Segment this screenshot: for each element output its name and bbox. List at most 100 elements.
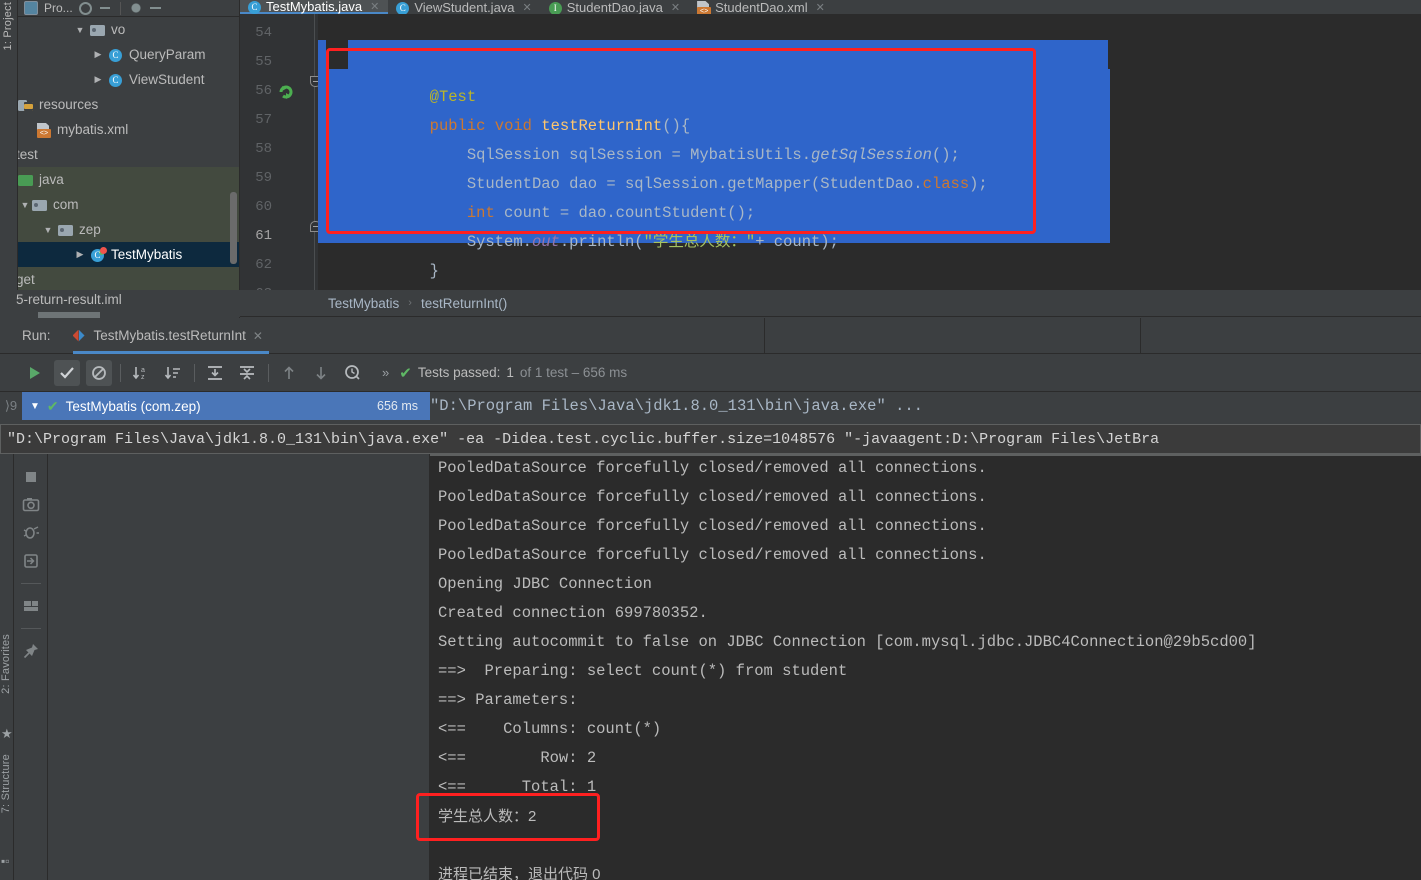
line-number: 55 — [255, 54, 272, 70]
folder-icon — [58, 222, 74, 238]
close-icon[interactable]: ✕ — [253, 329, 263, 343]
chevron-right-icon[interactable]: ▶ — [88, 49, 108, 60]
camera-icon[interactable] — [22, 496, 40, 514]
iml-file-label: 5-return-result.iml — [16, 292, 122, 307]
tree-item-com[interactable]: ▼ com — [18, 192, 239, 217]
tree-item-viewstudent[interactable]: ▶ ViewStudent — [18, 67, 239, 92]
editor-gutter[interactable]: 54 55 56 57 58 59 60 61 62 63 — [240, 14, 318, 290]
close-icon[interactable]: ✕ — [671, 1, 680, 14]
console-line-exit: 进程已结束，退出代码 0 — [438, 866, 601, 880]
gear-icon[interactable] — [128, 1, 143, 15]
close-icon[interactable]: ✕ — [816, 1, 825, 14]
chevron-down-icon[interactable]: ▼ — [30, 401, 40, 412]
structure-icon[interactable]: ▪▫ — [1, 854, 10, 868]
line-number: 60 — [255, 199, 272, 215]
sort-alphabetically-button[interactable]: az — [128, 360, 154, 386]
chevron-down-icon[interactable]: ▼ — [70, 25, 90, 35]
tree-item-mybatis-xml[interactable]: mybatis.xml — [18, 117, 239, 142]
chevron-down-icon[interactable]: ▼ — [38, 225, 58, 235]
editor-code[interactable]: @Test public void testReturnInt(){ SqlSe… — [318, 14, 1421, 290]
xml-file-icon — [696, 0, 712, 16]
chevron-down-icon[interactable]: ▼ — [18, 200, 32, 210]
star-icon[interactable]: ★ — [1, 726, 13, 742]
tree-item-label: test — [18, 147, 38, 162]
show-passed-toggle[interactable] — [54, 359, 80, 386]
expand-all-button[interactable] — [202, 360, 228, 386]
tree-item-resources[interactable]: resources — [18, 92, 239, 117]
breadcrumb-method[interactable]: testReturnInt() — [421, 296, 507, 311]
tree-item-label: get — [18, 272, 35, 287]
breadcrumb[interactable]: TestMybatis › testReturnInt() — [240, 290, 1421, 317]
overflow-chevron-icon[interactable]: » — [382, 365, 389, 380]
layout-icon[interactable] — [22, 597, 40, 615]
close-icon[interactable]: ✕ — [370, 0, 379, 13]
collapse-all-button[interactable] — [234, 360, 260, 386]
svg-text:a: a — [141, 367, 145, 374]
line-number-current: 61 — [255, 228, 272, 244]
tree-item-vo[interactable]: ▼ vo — [18, 17, 239, 42]
tree-item-test[interactable]: test — [18, 142, 239, 167]
console-line: <== Total: 1 — [438, 778, 597, 796]
project-view-icon[interactable] — [24, 1, 38, 15]
tab-label: StudentDao.xml — [715, 0, 808, 15]
hide-icon[interactable] — [148, 1, 163, 15]
tree-item-queryparam[interactable]: ▶ QueryParam — [18, 42, 239, 67]
run-test-gutter-icon[interactable] — [278, 84, 294, 100]
line-number: 62 — [255, 257, 272, 273]
tree-item-get[interactable]: get — [18, 267, 239, 292]
chevron-right-icon[interactable]: ▶ — [88, 74, 108, 85]
editor-tab-studentdao-xml[interactable]: StudentDao.xml ✕ — [689, 0, 834, 16]
next-failed-test-button[interactable] — [308, 360, 334, 386]
test-history-button[interactable] — [340, 360, 366, 386]
run-configuration-tab[interactable]: TestMybatis.testReturnInt ✕ — [72, 318, 270, 354]
check-icon: ✔ — [399, 364, 412, 382]
project-iml-row[interactable]: 5-return-result.iml — [0, 290, 240, 317]
console-line: <== Columns: count(*) — [438, 720, 662, 738]
tree-item-label: QueryParam — [129, 47, 206, 62]
tree-item-zep[interactable]: ▼ zep — [18, 217, 239, 242]
chevron-right-icon[interactable]: ▶ — [70, 249, 90, 260]
rerun-button[interactable] — [22, 360, 48, 386]
editor-tab-studentdao-java[interactable]: StudentDao.java ✕ — [541, 0, 689, 15]
show-ignored-toggle[interactable] — [86, 359, 112, 386]
export-icon[interactable] — [22, 552, 40, 570]
collapse-all-icon[interactable] — [97, 1, 112, 15]
previous-failed-test-button[interactable] — [276, 360, 302, 386]
source-folder-icon — [18, 172, 34, 188]
locate-icon[interactable] — [78, 1, 92, 15]
debug-icon[interactable] — [22, 524, 40, 542]
console-output[interactable]: PooledDataSource forcefully closed/remov… — [430, 454, 1421, 880]
java-class-icon — [108, 72, 124, 88]
stop-icon[interactable] — [22, 468, 40, 486]
breadcrumb-separator: › — [408, 297, 412, 309]
console-first-line: "D:\Program Files\Java\jdk1.8.0_131\bin\… — [430, 397, 923, 415]
tree-item-label: com — [53, 197, 79, 212]
pin-icon[interactable] — [22, 642, 40, 660]
tool-window-button-favorites[interactable]: 2: Favorites — [0, 634, 12, 694]
run-tab-label: TestMybatis.testReturnInt — [93, 328, 246, 343]
project-tree-scrollbar[interactable] — [230, 192, 237, 264]
test-results-pane[interactable] — [48, 454, 430, 880]
editor-tab-viewstudent[interactable]: ViewStudent.java ✕ — [388, 0, 540, 15]
tests-passed-detail: of 1 test – 656 ms — [519, 365, 628, 380]
tree-item-label: java — [39, 172, 64, 187]
editor-tab-testmybatis[interactable]: TestMybatis.java ✕ — [240, 0, 389, 14]
tool-window-button-project[interactable]: 1: Project — [2, 2, 14, 50]
java-interface-icon — [548, 0, 562, 15]
run-toolbar: az » ✔ Tests passed: 1 of 1 test – 656 m… — [0, 354, 1421, 392]
project-view-title: Pro... — [44, 1, 73, 15]
tool-window-button-structure[interactable]: 7: Structure — [0, 754, 12, 813]
xml-file-icon — [36, 122, 52, 138]
tree-item-testmybatis[interactable]: ▶ TestMybatis — [18, 242, 239, 267]
project-tree[interactable]: ▼ vo ▶ QueryParam ▶ ViewStudent resource… — [18, 17, 239, 292]
close-icon[interactable]: ✕ — [523, 1, 532, 14]
test-tree-row[interactable]: ▼ ✔ TestMybatis (com.zep) 656 ms — [22, 392, 430, 420]
sort-by-duration-button[interactable] — [160, 360, 186, 386]
test-badge-icon — [100, 246, 107, 254]
tree-item-java[interactable]: java — [18, 167, 239, 192]
toolbar-divider — [119, 1, 121, 15]
tab-label: StudentDao.java — [566, 0, 663, 15]
line-number: 54 — [255, 25, 272, 41]
breadcrumb-class[interactable]: TestMybatis — [328, 296, 399, 311]
toolbar-divider — [194, 363, 195, 382]
